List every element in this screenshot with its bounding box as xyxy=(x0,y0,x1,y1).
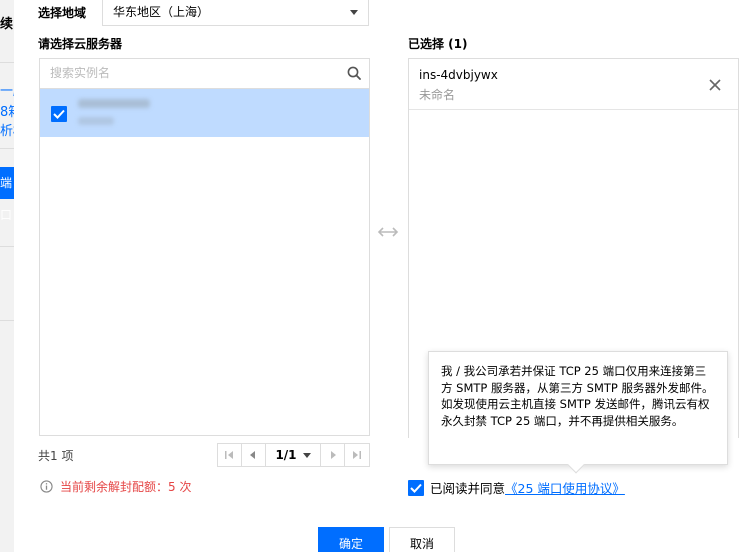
prev-page-button[interactable] xyxy=(242,444,266,466)
prev-page-icon xyxy=(250,451,256,459)
background-divider xyxy=(0,148,14,149)
selected-item: ins-4dvbjywx 未命名 xyxy=(409,59,738,110)
region-select[interactable]: 华东地区（上海） xyxy=(102,0,369,26)
first-page-button[interactable] xyxy=(218,444,242,466)
region-label: 选择地域 xyxy=(38,6,87,20)
search-box xyxy=(40,59,369,89)
unblock-quota: 当前剩余解封配额：5 次 xyxy=(40,478,191,495)
region-selected-value: 华东地区（上海） xyxy=(113,5,210,19)
instance-list-title: 请选择云服务器 xyxy=(38,37,123,51)
selected-instance-name: 未命名 xyxy=(419,88,456,102)
confirm-button[interactable]: 确定 xyxy=(318,527,384,552)
selected-list-title: 已选择 (1) xyxy=(408,37,468,51)
background-link-fragment: 8箱 xyxy=(0,105,14,120)
background-link-fragment: 一腾 xyxy=(0,84,14,99)
last-page-icon xyxy=(353,451,362,459)
background-divider xyxy=(0,320,14,321)
close-icon[interactable] xyxy=(708,78,722,92)
search-icon[interactable] xyxy=(347,66,361,80)
background-divider xyxy=(0,246,14,247)
agree-text: 已阅读并同意 xyxy=(430,481,506,496)
caret-down-icon xyxy=(302,452,311,458)
background-button-fragment: 端口 xyxy=(0,167,14,222)
agreement-link[interactable]: 《25 端口使用协议》 xyxy=(505,478,625,497)
tooltip-tail xyxy=(567,456,585,474)
unblock-port-dialog: 选择地域 华东地区（上海） 请选择云服务器 已选择 (1) 搜索实例名 ins-… xyxy=(14,0,748,552)
cancel-button[interactable]: 取消 xyxy=(389,527,455,552)
next-page-icon xyxy=(330,451,336,459)
quota-text: 当前剩余解封配额：5 次 xyxy=(60,480,192,494)
pagination: 1/1 xyxy=(217,443,370,467)
selected-instance-id: ins-4dvbjywx xyxy=(419,68,498,82)
instance-row[interactable] xyxy=(40,89,369,137)
agreement-tooltip: 我 / 我公司承若并保证 TCP 25 端口仅用来连接第三方 SMTP 服务器，… xyxy=(428,351,728,474)
agreement-row: 已阅读并同意 《25 端口使用协议》 xyxy=(408,478,625,497)
background-heading-fragment: 续 xyxy=(0,17,14,32)
info-icon xyxy=(40,480,53,493)
next-page-button[interactable] xyxy=(321,444,346,466)
agree-checkbox[interactable] xyxy=(408,479,424,496)
caret-down-icon xyxy=(350,10,358,15)
transfer-arrows-icon xyxy=(377,227,399,237)
background-divider xyxy=(0,62,14,63)
search-input[interactable] xyxy=(40,59,330,87)
redacted-instance-name xyxy=(78,117,114,125)
page-indicator: 1/1 xyxy=(275,448,297,462)
tooltip-paragraph: 我 / 我公司承若并保证 TCP 25 端口仅用来连接第三方 SMTP 服务器，… xyxy=(441,364,714,395)
redacted-instance-id xyxy=(78,99,150,108)
checkmark-icon xyxy=(53,109,65,119)
tooltip-paragraph: 如发现使用云主机直接 SMTP 发送邮件，腾讯云有权永久封禁 TCP 25 端口… xyxy=(441,397,710,428)
instance-checkbox[interactable] xyxy=(51,106,67,122)
background-link-fragment: 析权 xyxy=(0,124,14,139)
total-count: 共1 项 xyxy=(38,449,74,463)
last-page-button[interactable] xyxy=(345,444,369,466)
instance-list-panel xyxy=(39,58,370,436)
background-page: 续 一腾 8箱 析权 端口 xyxy=(0,0,14,552)
checkmark-icon xyxy=(410,483,422,493)
page-select[interactable]: 1/1 xyxy=(266,444,322,466)
first-page-icon xyxy=(225,451,234,459)
